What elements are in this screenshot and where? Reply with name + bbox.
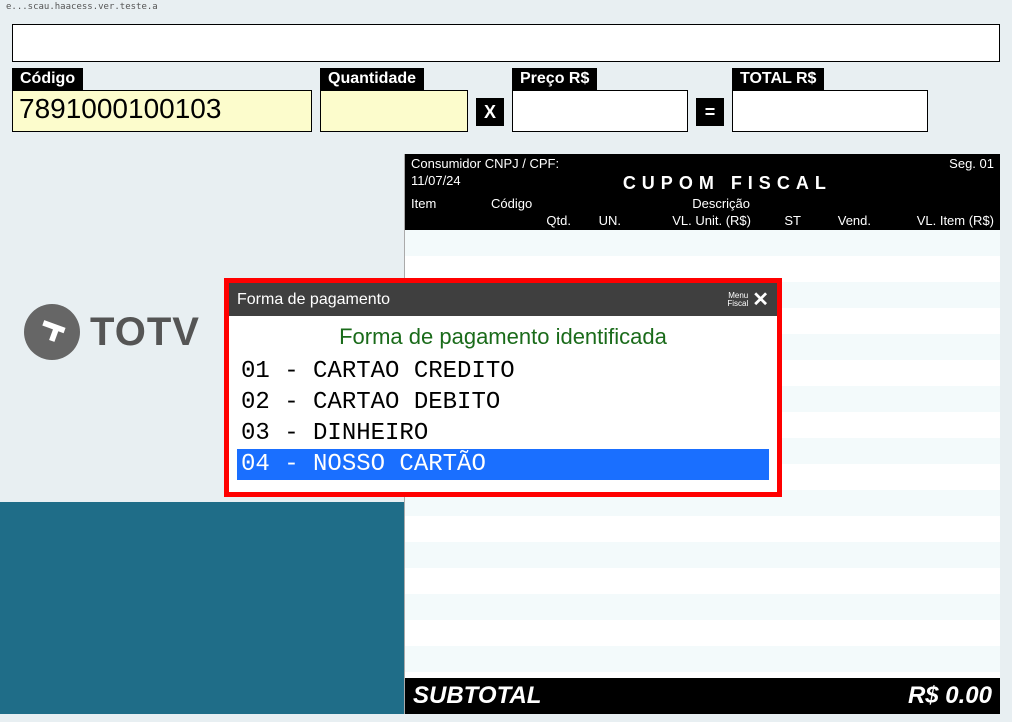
payment-option[interactable]: 01 - CARTAO CREDITO — [237, 356, 769, 387]
quantidade-label: Quantidade — [320, 68, 424, 90]
list-item — [405, 646, 1000, 672]
codigo-input[interactable]: 7891000100103 — [12, 90, 312, 132]
list-item — [405, 230, 1000, 256]
cupom-header: Consumidor CNPJ / CPF: Seg. 01 11/07/24 … — [405, 154, 1000, 230]
payment-list: 01 - CARTAO CREDITO02 - CARTAO DEBITO03 … — [229, 352, 777, 492]
quantidade-input[interactable] — [320, 90, 468, 132]
equals-icon: = — [696, 98, 724, 126]
subtotal-bar: SUBTOTAL R$ 0.00 — [405, 678, 1000, 714]
col-codigo: Código — [491, 196, 532, 211]
col-st: ST — [751, 213, 801, 228]
logo-text: TOTV — [90, 310, 200, 355]
modal-titlebar: Forma de pagamento Menu Fiscal ✕ — [229, 283, 777, 316]
consumidor-label: Consumidor CNPJ / CPF: — [411, 156, 559, 171]
payment-option[interactable]: 04 - NOSSO CARTÃO — [237, 449, 769, 480]
menu-fiscal-button[interactable]: Menu Fiscal — [727, 292, 748, 308]
blue-band — [0, 502, 404, 714]
preco-input[interactable] — [512, 90, 688, 132]
list-item — [405, 620, 1000, 646]
col-vlunit: VL. Unit. (R$) — [621, 213, 751, 228]
quantidade-group: Quantidade — [320, 68, 468, 132]
col-un: UN. — [571, 213, 621, 228]
close-icon[interactable]: ✕ — [752, 287, 769, 312]
description-field[interactable] — [12, 24, 1000, 62]
cupom-title: CUPOM FISCAL — [623, 173, 832, 194]
total-label: TOTAL R$ — [732, 68, 824, 90]
payment-modal: Forma de pagamento Menu Fiscal ✕ Forma d… — [224, 278, 782, 497]
codigo-group: Código 7891000100103 — [12, 68, 312, 132]
list-item — [405, 568, 1000, 594]
modal-header: Forma de pagamento identificada — [229, 316, 777, 352]
cupom-date: 11/07/24 — [411, 173, 461, 194]
list-item — [405, 542, 1000, 568]
seg-label: Seg. 01 — [949, 156, 994, 171]
total-group: TOTAL R$ — [732, 68, 928, 132]
col-descricao: Descrição — [692, 196, 750, 211]
total-input[interactable] — [732, 90, 928, 132]
logo: TOTV — [24, 304, 200, 360]
logo-icon — [24, 304, 80, 360]
modal-title-text: Forma de pagamento — [237, 291, 727, 309]
list-item — [405, 516, 1000, 542]
multiply-icon: X — [476, 98, 504, 126]
window-titlebar: e...scau.haacess.ver.teste.a — [0, 0, 1012, 16]
codigo-label: Código — [12, 68, 83, 90]
list-item — [405, 594, 1000, 620]
preco-group: Preço R$ — [512, 68, 688, 132]
col-vlitem: VL. Item (R$) — [871, 213, 994, 228]
col-qtd: Qtd. — [411, 213, 571, 228]
fields-row: Código 7891000100103 Quantidade X Preço … — [0, 68, 1012, 132]
preco-label: Preço R$ — [512, 68, 597, 90]
payment-option[interactable]: 03 - DINHEIRO — [237, 418, 769, 449]
subtotal-label: SUBTOTAL — [413, 682, 541, 710]
payment-option[interactable]: 02 - CARTAO DEBITO — [237, 387, 769, 418]
subtotal-value: R$ 0.00 — [908, 682, 992, 710]
col-item: Item — [411, 196, 491, 211]
col-vend: Vend. — [801, 213, 871, 228]
